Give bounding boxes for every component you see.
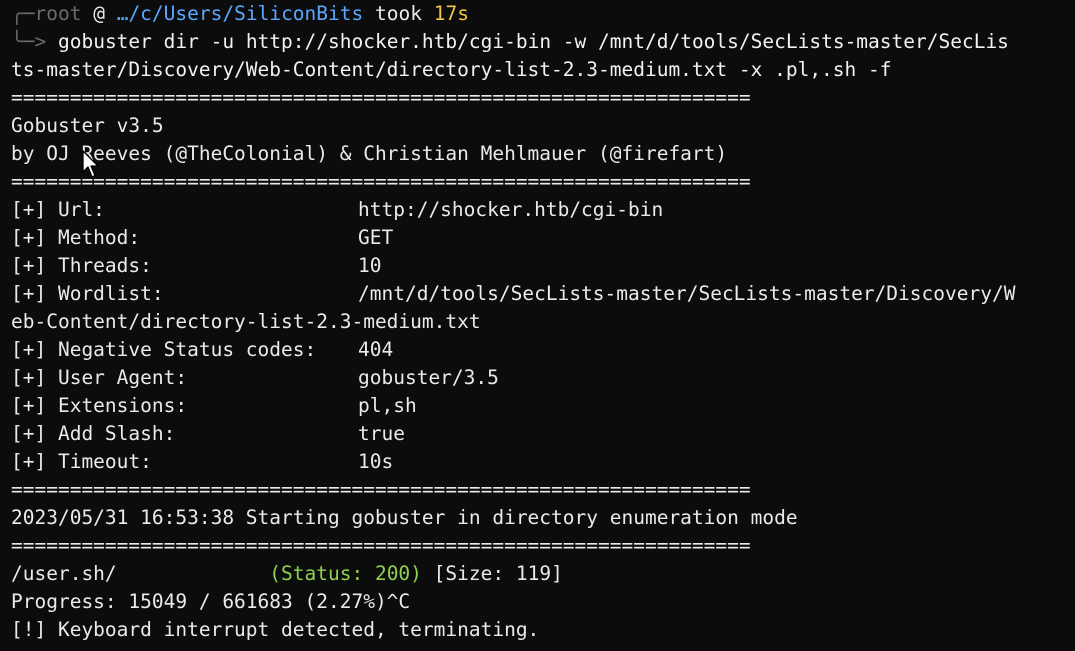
result-status: (Status: 200): [269, 562, 422, 585]
banner-title: Gobuster v3.5: [11, 114, 164, 137]
config-key: [+] Timeout:: [11, 450, 152, 473]
command-line-2: ts-master/Discovery/Web-Content/director…: [11, 56, 1071, 84]
command-text-part1: gobuster dir -u http://shocker.htb/cgi-b…: [57, 30, 1009, 53]
separator-3: ========================================…: [11, 478, 751, 501]
prompt-corner-bottom: ╰─: [11, 30, 35, 53]
config-value: /mnt/d/tools/SecLists-master/SecLists-ma…: [358, 282, 1016, 305]
config-row-add-slash: [+] Add Slash: true: [11, 420, 1071, 448]
config-row-method: [+] Method: GET: [11, 224, 1071, 252]
config-key: [+] Extensions:: [11, 394, 188, 417]
config-value: true: [358, 422, 405, 445]
config-value: 10: [358, 254, 382, 277]
prompt-took-label: took: [375, 2, 422, 25]
config-key: [+] Negative Status codes:: [11, 338, 317, 361]
result-path: /user.sh/: [11, 562, 117, 585]
separator-1: ========================================…: [11, 86, 751, 109]
config-row-negative-status: [+] Negative Status codes: 404: [11, 336, 1071, 364]
config-key: [+] Method:: [11, 226, 141, 249]
config-row-threads: [+] Threads: 10: [11, 252, 1071, 280]
config-row-extensions: [+] Extensions: pl,sh: [11, 392, 1071, 420]
progress-line: Progress: 15049 / 661683 (2.27%)^C: [11, 590, 411, 613]
config-row-user-agent: [+] User Agent: gobuster/3.5: [11, 364, 1071, 392]
prompt-path: …/c/Users/SiliconBits: [116, 2, 364, 25]
command-text-part2: ts-master/Discovery/Web-Content/director…: [11, 58, 892, 81]
config-row-url: [+] Url: http://shocker.htb/cgi-bin: [11, 196, 1071, 224]
terminal-output[interactable]: ╭─root @ …/c/Users/SiliconBits took 17s …: [11, 0, 1071, 644]
mouse-cursor-icon: [82, 150, 99, 178]
prompt-at: @: [93, 2, 105, 25]
start-message: 2023/05/31 16:53:38 Starting gobuster in…: [11, 506, 798, 529]
prompt-duration: 17s: [433, 2, 469, 25]
result-size: [Size: 119]: [433, 562, 563, 585]
command-line-1: ╰─> gobuster dir -u http://shocker.htb/c…: [11, 28, 1071, 56]
config-key: [+] Threads:: [11, 254, 152, 277]
prompt-user: root: [34, 2, 82, 25]
config-row-timeout: [+] Timeout: 10s: [11, 448, 1071, 476]
config-value: http://shocker.htb/cgi-bin: [358, 198, 664, 221]
config-value: GET: [358, 226, 394, 249]
interrupt-line: [!] Keyboard interrupt detected, termina…: [11, 618, 540, 641]
config-key: [+] Url:: [11, 198, 105, 221]
config-key: [+] User Agent:: [11, 366, 188, 389]
config-value: gobuster/3.5: [358, 366, 499, 389]
separator-2: ========================================…: [11, 170, 751, 193]
prompt-line: ╭─root @ …/c/Users/SiliconBits took 17s: [11, 0, 1071, 28]
banner-authors: by OJ Reeves (@TheColonial) & Christian …: [11, 142, 728, 165]
result-row: /user.sh/ (Status: 200) [Size: 119]: [11, 560, 1071, 588]
separator-4: ========================================…: [11, 534, 751, 557]
prompt-corner-top: ╭─: [11, 2, 35, 25]
config-value: pl,sh: [358, 394, 417, 417]
config-wordlist-continuation: eb-Content/directory-list-2.3-medium.txt: [11, 310, 481, 333]
config-value: 404: [358, 338, 394, 361]
prompt-arrow-icon: >: [34, 30, 47, 53]
config-value: 10s: [358, 450, 394, 473]
config-key: [+] Wordlist:: [11, 282, 164, 305]
config-key: [+] Add Slash:: [11, 422, 176, 445]
config-row-wordlist: [+] Wordlist: /mnt/d/tools/SecLists-maste…: [11, 280, 1071, 308]
